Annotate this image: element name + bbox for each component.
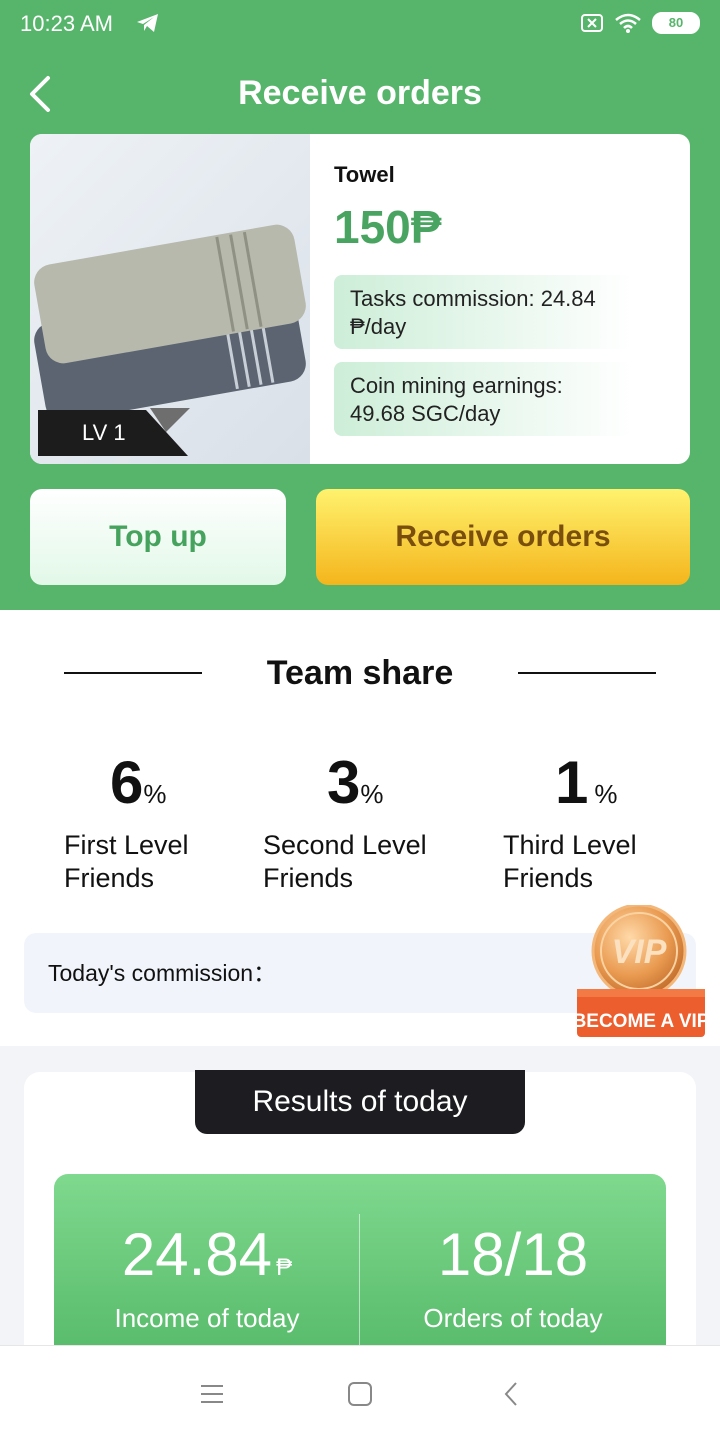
product-card: LV 1 Towel 150₱ Tasks commission: 24.84 … <box>30 134 690 464</box>
income-label: Income of today <box>114 1303 300 1333</box>
tasks-commission-box: Tasks commission: 24.84 ₱/day <box>334 275 634 349</box>
vip-coin-text: VIP <box>612 933 667 971</box>
divider-right <box>518 672 656 674</box>
vip-coin-icon: VIP BECOME A VIP <box>573 903 710 1037</box>
third-level-unit: % <box>594 779 618 809</box>
third-level-value: 1 <box>555 749 589 816</box>
second-level-unit: % <box>360 779 384 809</box>
second-level-share: 3% Second Level Friends <box>263 748 463 895</box>
second-level-label: Second Level Friends <box>263 830 427 893</box>
third-level-share: 1% Third Level Friends <box>503 748 703 895</box>
title-bar: Receive orders <box>0 60 720 126</box>
wifi-icon <box>615 13 641 33</box>
battery-indicator: 80 <box>652 12 700 34</box>
menu-icon[interactable] <box>198 1380 226 1408</box>
coin-mining-box: Coin mining earnings: 49.68 SGC/day <box>334 362 634 436</box>
first-level-share: 6% First Level Friends <box>64 748 264 895</box>
status-time: 10:23 AM <box>20 11 113 36</box>
orders-value: 18/18 <box>437 1221 589 1288</box>
first-level-value: 6 <box>110 749 144 816</box>
income-unit: ₱ <box>276 1254 293 1281</box>
status-bar: 10:23 AM 80 <box>0 0 720 50</box>
receive-orders-button[interactable]: Receive orders <box>316 489 690 585</box>
back-nav-icon[interactable] <box>498 1380 526 1408</box>
vip-label: BECOME A VIP <box>575 1011 707 1032</box>
status-icons: 80 <box>580 12 700 34</box>
page-title: Receive orders <box>238 74 482 112</box>
home-icon[interactable] <box>346 1380 374 1408</box>
product-name: Towel <box>334 162 395 187</box>
system-nav-bar <box>0 1345 720 1441</box>
product-price: 150₱ <box>334 201 442 253</box>
first-level-unit: % <box>143 779 167 809</box>
results-title: Results of today <box>195 1070 525 1134</box>
second-level-value: 3 <box>327 749 361 816</box>
towel-image: LV 1 <box>30 134 310 464</box>
orders-label: Orders of today <box>423 1303 603 1333</box>
no-sim-icon <box>581 14 603 32</box>
top-up-button[interactable]: Top up <box>30 489 286 585</box>
become-vip-button[interactable]: VIP BECOME A VIP <box>573 903 710 1039</box>
telegram-icon <box>137 14 158 32</box>
income-value: 24.84 <box>121 1221 273 1288</box>
first-level-label: First Level Friends <box>64 830 189 893</box>
third-level-label: Third Level Friends <box>503 830 637 893</box>
